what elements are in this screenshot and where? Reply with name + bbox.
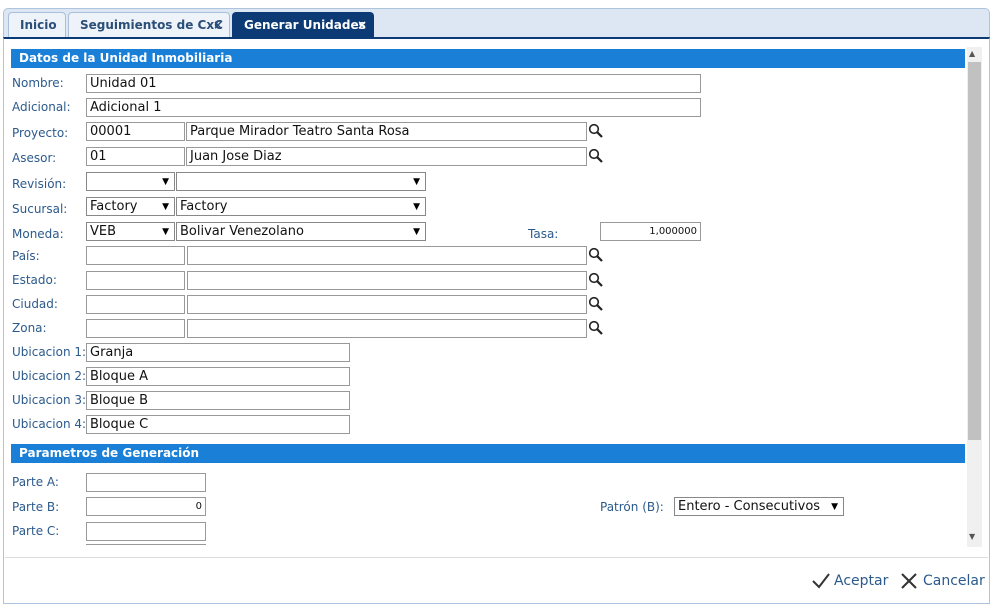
parte-b-label: Parte B: — [12, 500, 60, 514]
patron-select[interactable]: Entero - Consecutivos ▼ — [674, 497, 844, 516]
zona-name-input[interactable] — [187, 319, 587, 338]
dropdown-arrow-icon: ▼ — [162, 227, 169, 237]
estado-label: Estado: — [12, 273, 57, 287]
proyecto-label: Proyecto: — [12, 126, 69, 140]
tab-generar-unidades[interactable]: Generar Unidades × — [232, 12, 374, 37]
tasa-input[interactable]: 1,000000 — [600, 222, 701, 241]
ubicacion3-label: Ubicacion 3: — [12, 393, 87, 407]
scroll-up-arrow-icon[interactable]: ▲ — [969, 49, 975, 58]
dropdown-arrow-icon: ▼ — [413, 227, 420, 237]
tab-seguimientos-cxc[interactable]: Seguimientos de CxC × — [68, 12, 230, 37]
dropdown-arrow-icon: ▼ — [162, 177, 169, 187]
parte-a-input[interactable] — [86, 473, 206, 492]
tab-label: Generar Unidades — [244, 18, 366, 32]
select-value: Entero - Consecutivos — [678, 499, 821, 514]
estado-name-input[interactable] — [187, 271, 587, 290]
ciudad-code-input[interactable] — [86, 295, 185, 314]
sucursal-code-select[interactable]: Factory ▼ — [86, 197, 175, 216]
patron-label: Patrón (B): — [600, 500, 664, 514]
asesor-label: Asesor: — [12, 151, 57, 165]
scrollbar-thumb[interactable] — [968, 62, 981, 440]
section-header-parametros: Parametros de Generación — [11, 444, 965, 463]
parte-d-input-partial[interactable] — [86, 544, 206, 546]
dropdown-arrow-icon: ▼ — [413, 177, 420, 187]
tab-inicio[interactable]: Inicio — [8, 12, 66, 37]
cancel-label: Cancelar — [923, 573, 985, 589]
dropdown-arrow-icon: ▼ — [413, 202, 420, 212]
search-icon[interactable] — [588, 148, 604, 164]
select-value: Factory — [90, 199, 138, 214]
revision-name-select[interactable]: ▼ — [176, 172, 426, 191]
pais-label: País: — [12, 249, 40, 263]
search-icon[interactable] — [588, 296, 604, 312]
pais-code-input[interactable] — [86, 246, 185, 265]
search-icon[interactable] — [588, 272, 604, 288]
moneda-label: Moneda: — [12, 227, 64, 241]
zona-label: Zona: — [12, 321, 47, 335]
scroll-down-arrow-icon[interactable]: ▼ — [969, 532, 975, 541]
ubicacion2-label: Ubicacion 2: — [12, 369, 87, 383]
zona-code-input[interactable] — [86, 319, 185, 338]
check-icon — [812, 573, 830, 589]
dropdown-arrow-icon: ▼ — [162, 202, 169, 212]
tasa-label: Tasa: — [528, 227, 559, 241]
ciudad-label: Ciudad: — [12, 297, 58, 311]
parte-b-input[interactable]: 0 — [86, 497, 206, 516]
close-icon — [901, 573, 917, 589]
parte-c-input[interactable] — [86, 522, 206, 541]
search-icon[interactable] — [588, 123, 604, 139]
accept-label: Aceptar — [834, 573, 889, 589]
ubicacion1-input[interactable]: Granja — [86, 343, 350, 362]
ubicacion4-label: Ubicacion 4: — [12, 417, 87, 431]
search-icon[interactable] — [588, 320, 604, 336]
adicional-input[interactable]: Adicional 1 — [86, 98, 701, 117]
sucursal-label: Sucursal: — [12, 202, 68, 216]
select-value: Bolivar Venezolano — [180, 224, 304, 239]
ciudad-name-input[interactable] — [187, 295, 587, 314]
ubicacion4-input[interactable]: Bloque C — [86, 415, 350, 434]
revision-label: Revisión: — [12, 177, 67, 191]
asesor-name-input[interactable]: Juan Jose Diaz — [186, 147, 587, 166]
asesor-code-input[interactable]: 01 — [86, 147, 185, 166]
ubicacion3-input[interactable]: Bloque B — [86, 391, 350, 410]
dropdown-arrow-icon: ▼ — [831, 502, 838, 512]
nombre-label: Nombre: — [12, 76, 64, 90]
search-icon[interactable] — [588, 247, 604, 263]
revision-code-select[interactable]: ▼ — [86, 172, 175, 191]
sucursal-name-select[interactable]: Factory ▼ — [176, 197, 426, 216]
section-header-datos: Datos de la Unidad Inmobiliaria — [11, 49, 965, 68]
parte-c-label: Parte C: — [12, 524, 60, 538]
nombre-input[interactable]: Unidad 01 — [86, 74, 701, 93]
select-value: Factory — [180, 199, 228, 214]
tab-label: Seguimientos de CxC — [80, 18, 223, 32]
footer-divider — [5, 557, 988, 558]
moneda-name-select[interactable]: Bolivar Venezolano ▼ — [176, 222, 426, 241]
ubicacion2-input[interactable]: Bloque A — [86, 367, 350, 386]
parte-a-label: Parte A: — [12, 475, 59, 489]
close-icon[interactable]: × — [213, 13, 223, 37]
close-icon[interactable]: × — [357, 13, 367, 37]
select-value: VEB — [90, 224, 117, 239]
tab-label: Inicio — [20, 18, 57, 32]
proyecto-code-input[interactable]: 00001 — [86, 122, 185, 141]
moneda-code-select[interactable]: VEB ▼ — [86, 222, 175, 241]
estado-code-input[interactable] — [86, 271, 185, 290]
proyecto-name-input[interactable]: Parque Mirador Teatro Santa Rosa — [186, 122, 587, 141]
adicional-label: Adicional: — [12, 100, 71, 114]
pais-name-input[interactable] — [187, 246, 587, 265]
ubicacion1-label: Ubicacion 1: — [12, 345, 87, 359]
